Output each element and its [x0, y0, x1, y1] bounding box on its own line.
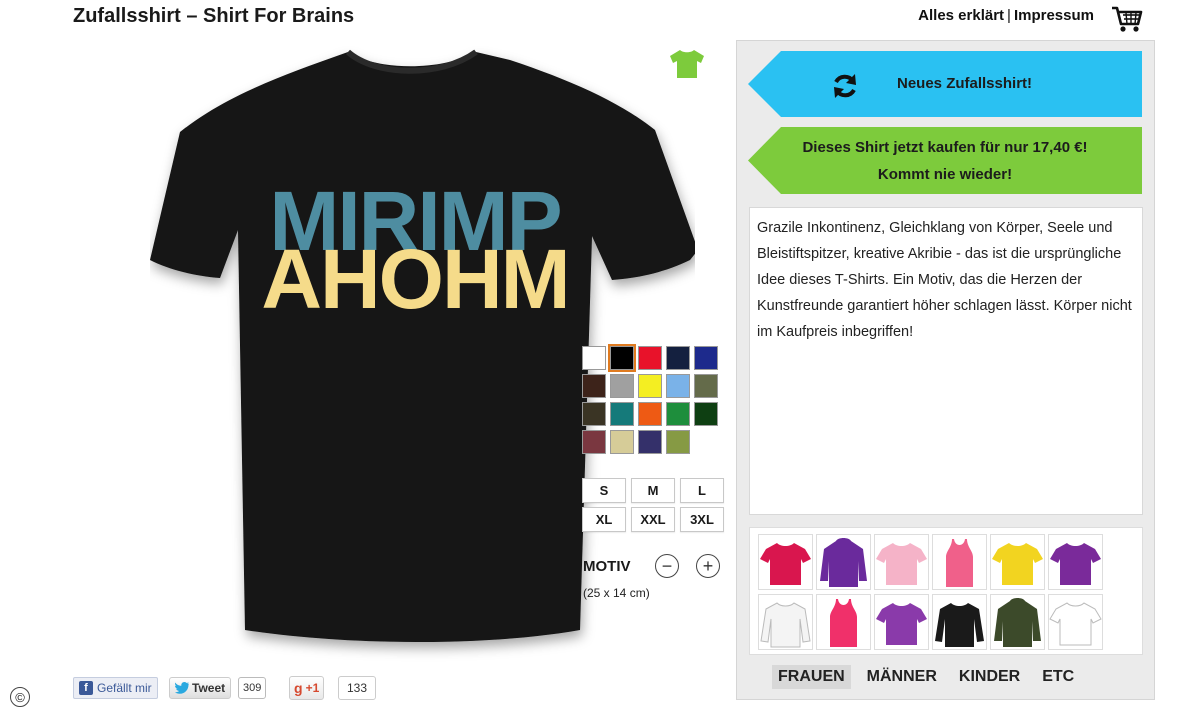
product-type-thumbnail[interactable] [758, 594, 813, 650]
nav-link-explained[interactable]: Alles erklärt [918, 7, 1004, 24]
color-swatch[interactable] [582, 402, 606, 426]
color-swatch[interactable] [666, 430, 690, 454]
color-swatch[interactable] [610, 430, 634, 454]
site-title[interactable]: Zufallsshirt – Shirt For Brains [73, 5, 354, 28]
motif-label: MOTIV [583, 558, 631, 575]
product-type-thumbnail[interactable] [816, 534, 871, 590]
color-swatch[interactable] [666, 346, 690, 370]
product-type-thumbnail[interactable] [1048, 594, 1103, 650]
color-swatches [582, 344, 727, 454]
facebook-like-label: Gefällt mir [97, 681, 152, 695]
product-type-thumbnail[interactable] [874, 534, 929, 590]
color-swatch[interactable] [638, 430, 662, 454]
category-tab[interactable]: ETC [1036, 665, 1080, 689]
motif-enlarge-button[interactable]: + [696, 554, 720, 578]
color-swatch[interactable] [666, 402, 690, 426]
product-type-gallery [749, 527, 1143, 655]
product-type-thumbnail[interactable] [1048, 534, 1103, 590]
nav-link-imprint[interactable]: Impressum [1014, 7, 1094, 24]
buy-shirt-price-text: Dieses Shirt jetzt kaufen für nur 17,40 … [802, 138, 1088, 156]
google-plus-count: 133 [338, 676, 377, 700]
size-selector: S M L XL XXL 3XL [582, 478, 724, 532]
color-swatch[interactable] [638, 346, 662, 370]
product-type-thumbnail[interactable] [874, 594, 929, 650]
shirt-description: Grazile Inkontinenz, Gleichklang von Kör… [749, 207, 1143, 515]
refresh-icon[interactable] [830, 71, 860, 101]
shirt-design-print: MIRIMP AHOHM [261, 174, 570, 326]
color-swatch[interactable] [638, 374, 662, 398]
size-option[interactable]: L [680, 478, 724, 503]
tweet-label: Tweet [192, 681, 226, 695]
category-tab[interactable]: MÄNNER [861, 665, 943, 689]
google-plus-label: +1 [305, 681, 320, 695]
motif-shrink-button[interactable]: − [655, 554, 679, 578]
size-option[interactable]: XL [582, 507, 626, 532]
color-swatch[interactable] [694, 402, 718, 426]
design-text-line2: AHOHM [261, 232, 568, 326]
color-swatch[interactable] [666, 374, 690, 398]
category-tabs: FRAUEN MÄNNER KINDER ETC [772, 665, 1090, 689]
minus-icon: − [661, 556, 673, 576]
plus-icon: + [702, 556, 714, 576]
buy-shirt-tagline: Kommt nie wieder! [877, 165, 1013, 183]
twitter-bird-icon [175, 682, 189, 694]
category-tab[interactable]: FRAUEN [772, 665, 851, 689]
buy-shirt-button[interactable]: Dieses Shirt jetzt kaufen für nur 17,40 … [748, 127, 1142, 194]
color-swatch[interactable] [694, 374, 718, 398]
size-option[interactable]: 3XL [680, 507, 724, 532]
tweet-count: 309 [238, 677, 267, 699]
product-type-thumbnail[interactable] [816, 594, 871, 650]
size-option[interactable]: M [631, 478, 675, 503]
color-swatch[interactable] [638, 402, 662, 426]
color-swatch[interactable] [582, 346, 606, 370]
nav-separator: | [1007, 7, 1011, 24]
motif-dimensions: (25 x 14 cm) [583, 586, 650, 600]
color-swatch[interactable] [608, 344, 636, 372]
color-swatch[interactable] [694, 346, 718, 370]
color-swatch[interactable] [610, 374, 634, 398]
product-type-thumbnail[interactable] [932, 534, 987, 590]
facebook-like-button[interactable]: f Gefällt mir [73, 677, 158, 699]
top-navigation: Alles erklärt | Impressum [918, 7, 1094, 24]
color-swatch[interactable] [610, 402, 634, 426]
color-swatch[interactable] [582, 430, 606, 454]
shopping-cart-icon[interactable] [1110, 4, 1144, 34]
category-tab[interactable]: KINDER [953, 665, 1026, 689]
copyright-icon: © [10, 687, 30, 707]
facebook-icon: f [79, 681, 93, 695]
size-option[interactable]: XXL [631, 507, 675, 532]
product-type-thumbnail[interactable] [758, 534, 813, 590]
product-type-thumbnail[interactable] [932, 594, 987, 650]
tweet-button[interactable]: Tweet [169, 677, 232, 699]
color-swatch[interactable] [582, 374, 606, 398]
shirt-view-icon[interactable] [668, 48, 706, 80]
product-type-thumbnail[interactable] [990, 594, 1045, 650]
size-option[interactable]: S [582, 478, 626, 503]
new-random-shirt-label[interactable]: Neues Zufallsshirt! [897, 75, 1032, 92]
google-plus-icon: g [294, 680, 303, 696]
google-plus-button[interactable]: g +1 [289, 676, 325, 700]
product-type-thumbnail[interactable] [990, 534, 1045, 590]
